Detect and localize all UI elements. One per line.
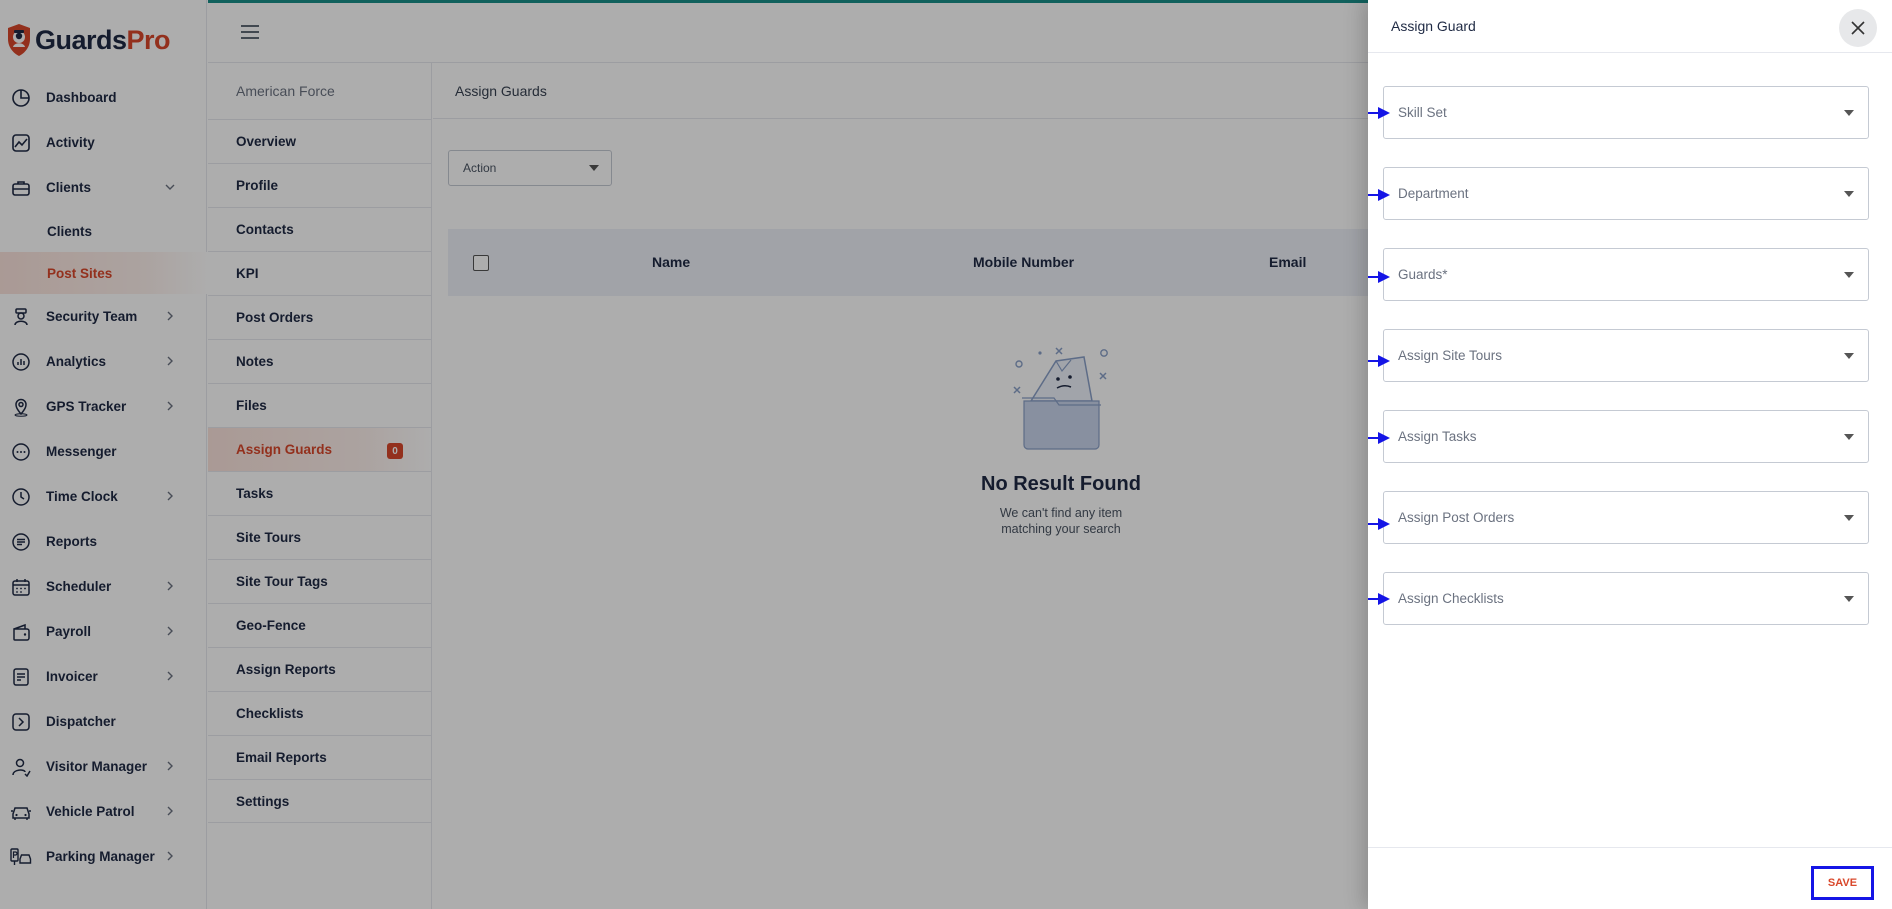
arrow-marker-icon [1368,271,1390,283]
drawer-title: Assign Guard [1368,0,1892,53]
field-placeholder: Assign Checklists [1398,591,1504,606]
department-select[interactable]: Department [1383,167,1869,220]
caret-down-icon [1844,596,1854,602]
caret-down-icon [1844,515,1854,521]
caret-down-icon [1844,191,1854,197]
close-button[interactable] [1839,9,1877,47]
caret-down-icon [1844,110,1854,116]
assign-checklists-select[interactable]: Assign Checklists [1383,572,1869,625]
arrow-marker-icon [1368,518,1390,530]
caret-down-icon [1844,272,1854,278]
assign-guard-drawer: Assign Guard Skill Set Department Guards… [1368,0,1892,909]
close-icon [1851,21,1865,35]
arrow-marker-icon [1368,355,1390,367]
caret-down-icon [1844,434,1854,440]
assign-site-tours-select[interactable]: Assign Site Tours [1383,329,1869,382]
arrow-marker-icon [1368,593,1390,605]
field-placeholder: Assign Site Tours [1398,348,1503,363]
field-placeholder: Skill Set [1398,105,1447,120]
field-placeholder: Guards* [1398,267,1448,282]
caret-down-icon [1844,353,1854,359]
arrow-marker-icon [1368,189,1390,201]
field-placeholder: Assign Post Orders [1398,510,1515,525]
drawer-footer: SAVE [1368,847,1892,909]
arrow-marker-icon [1368,432,1390,444]
field-placeholder: Department [1398,186,1469,201]
guards-select[interactable]: Guards* [1383,248,1869,301]
arrow-marker-icon [1368,107,1390,119]
save-button[interactable]: SAVE [1811,866,1874,900]
assign-post-orders-select[interactable]: Assign Post Orders [1383,491,1869,544]
skill-set-select[interactable]: Skill Set [1383,86,1869,139]
assign-tasks-select[interactable]: Assign Tasks [1383,410,1869,463]
field-placeholder: Assign Tasks [1398,429,1477,444]
